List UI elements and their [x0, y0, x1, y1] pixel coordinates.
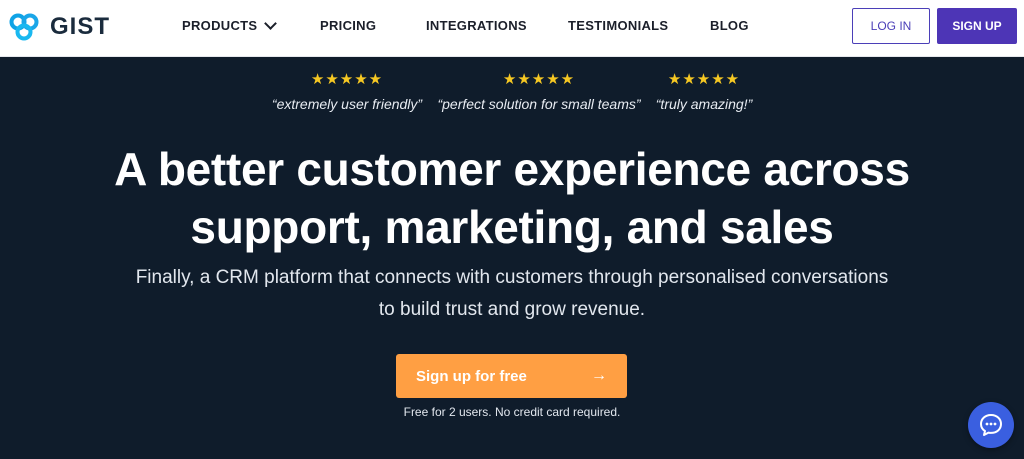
review-1: ★★★★★ “extremely user friendly” [268, 71, 426, 113]
hero-headline-line-1: A better customer experience across [114, 143, 910, 195]
arrow-right-icon: → [591, 367, 607, 384]
hero-subheadline: Finally, a CRM platform that connects wi… [0, 262, 1024, 326]
gist-logo[interactable]: GIST [8, 8, 110, 46]
review-quote: “extremely user friendly” [271, 96, 423, 112]
login-button[interactable]: LOG IN [852, 8, 930, 44]
star-icon: ★★★★★ [310, 71, 384, 88]
nav-products-label: PRODUCTS [182, 18, 258, 33]
nav-blog[interactable]: BLOG [710, 18, 749, 33]
signup-free-label: Sign up for free [416, 367, 527, 385]
gist-logo-icon [9, 13, 39, 41]
star-icon: ★★★★★ [667, 71, 741, 88]
hero-headline-line-2: support, marketing, and sales [190, 201, 834, 253]
signup-button[interactable]: SIGN UP [937, 8, 1017, 44]
review-2: ★★★★★ “perfect solution for small teams” [434, 71, 644, 113]
hero-headline: A better customer experience across supp… [0, 140, 1024, 256]
signup-free-button[interactable]: Sign up for free → [396, 354, 627, 398]
chat-icon [980, 414, 1002, 436]
nav-testimonials[interactable]: TESTIMONIALS [568, 18, 668, 33]
top-navigation-bar: GIST PRODUCTS PRICING INTEGRATIONS TESTI… [0, 0, 1024, 57]
hero-subheadline-line-1: Finally, a CRM platform that connects wi… [135, 267, 889, 288]
brand-name: GIST [50, 13, 111, 40]
star-icon: ★★★★★ [502, 71, 576, 88]
nav-pricing[interactable]: PRICING [320, 18, 376, 33]
hero-subheadline-line-2: to build trust and grow revenue. [378, 299, 646, 320]
review-quote: “truly amazing!” [655, 96, 753, 112]
review-quote: “perfect solution for small teams” [437, 96, 641, 112]
chevron-down-icon [264, 17, 278, 30]
chat-launcher-button[interactable] [968, 402, 1014, 448]
nav-products[interactable]: PRODUCTS [182, 17, 278, 33]
cta-note: Free for 2 users. No credit card require… [403, 405, 621, 419]
nav-integrations[interactable]: INTEGRATIONS [426, 18, 527, 33]
review-3: ★★★★★ “truly amazing!” [654, 71, 754, 113]
